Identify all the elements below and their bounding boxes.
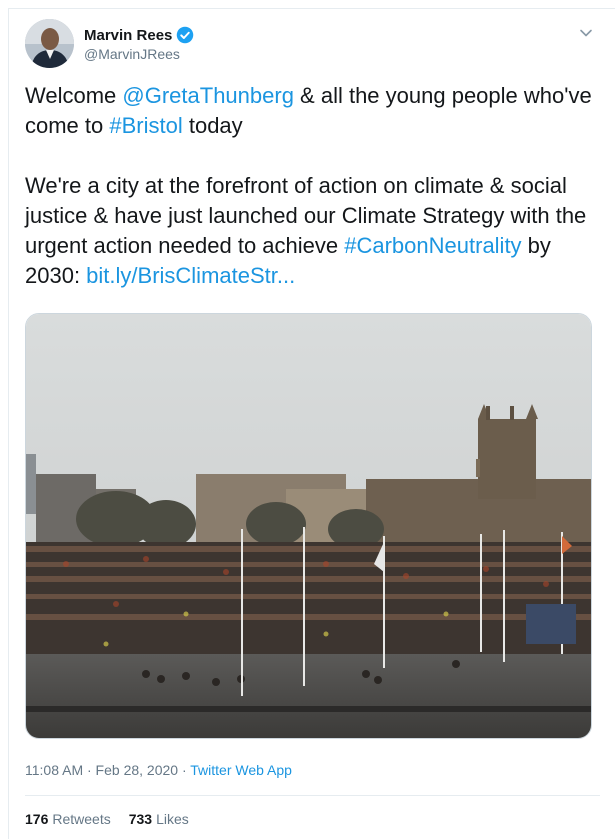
text-welcome: Welcome: [25, 83, 123, 108]
stats-divider: [25, 795, 600, 796]
url-link[interactable]: bit.ly/BrisClimateStr...: [86, 263, 295, 288]
source-app-link[interactable]: Twitter Web App: [190, 762, 292, 778]
text-end: today: [182, 113, 243, 138]
hashtag-carbon-link[interactable]: #CarbonNeutrality: [344, 233, 521, 258]
author-handle[interactable]: @MarvinJRees: [84, 46, 180, 62]
author-name[interactable]: Marvin Rees: [84, 27, 172, 44]
retweets-count: 176: [25, 811, 49, 827]
tweet-meta: 11:08 AM · Feb 28, 2020 · Twitter Web Ap…: [25, 762, 292, 778]
meta-separator: ·: [178, 762, 191, 778]
likes-label: Likes: [156, 811, 189, 827]
tweet-stats: 176 Retweets 733 Likes: [25, 811, 189, 827]
mention-link[interactable]: @GretaThunberg: [122, 83, 294, 108]
retweets-label: Retweets: [52, 811, 111, 827]
retweets-stat[interactable]: 176 Retweets: [25, 811, 111, 827]
tweet-paragraph-2: We're a city at the forefront of action …: [25, 171, 600, 291]
tweet-text: Welcome @GretaThunberg & all the young p…: [25, 81, 600, 291]
likes-stat[interactable]: 733 Likes: [129, 811, 189, 827]
hashtag-bristol-link[interactable]: #Bristol: [109, 113, 182, 138]
chevron-down-icon[interactable]: [579, 26, 593, 40]
author-name-row[interactable]: Marvin Rees: [84, 26, 194, 44]
author-avatar[interactable]: [25, 19, 74, 68]
avatar-image: [25, 19, 74, 68]
tweet-card: Marvin Rees @MarvinJRees Welcome @GretaT…: [8, 8, 615, 839]
verified-badge-icon: [177, 26, 194, 44]
crowd-photo-image: [26, 314, 591, 738]
tweet-paragraph-1: Welcome @GretaThunberg & all the young p…: [25, 81, 600, 141]
tweet-timestamp[interactable]: 11:08 AM · Feb 28, 2020: [25, 762, 178, 778]
tweet-photo[interactable]: [25, 313, 592, 739]
likes-count: 733: [128, 811, 153, 827]
